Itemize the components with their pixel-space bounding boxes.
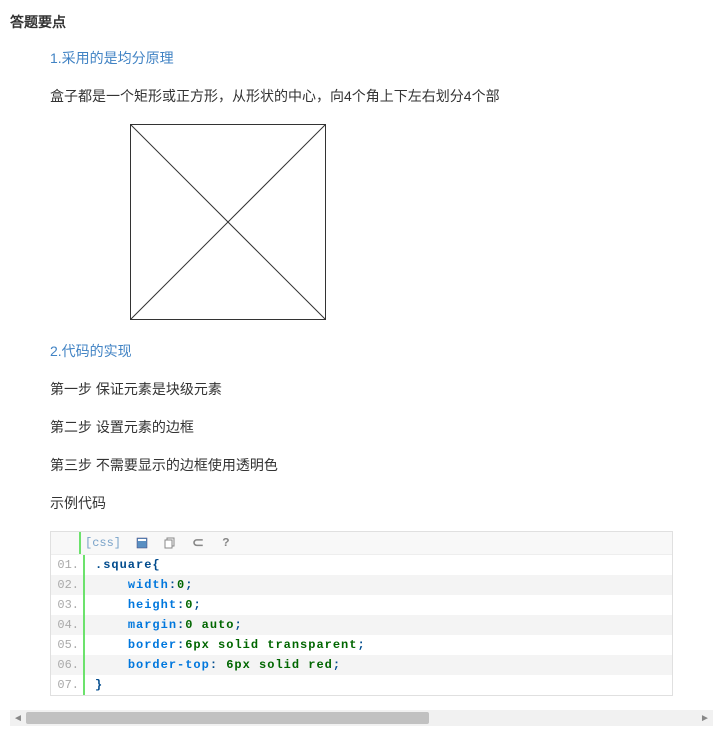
code-content: border:6px solid transparent; (85, 635, 366, 655)
box-division-diagram (130, 124, 713, 323)
horizontal-scrollbar[interactable]: ◄ ► (10, 710, 713, 726)
code-line: 03. height:0; (51, 595, 672, 615)
code-line: 07.} (51, 675, 672, 695)
code-content: .square{ (85, 555, 161, 575)
code-content: border-top: 6px solid red; (85, 655, 341, 675)
step-1: 第一步 保证元素是块级元素 (50, 379, 713, 399)
example-code-label: 示例代码 (50, 493, 713, 513)
code-line: 01..square{ (51, 555, 672, 575)
step-3: 第三步 不需要显示的边框使用透明色 (50, 455, 713, 475)
step-2: 第二步 设置元素的边框 (50, 417, 713, 437)
section1-paragraph: 盒子都是一个矩形或正方形，从形状的中心，向4个角上下左右划分4个部 (50, 86, 713, 106)
scroll-left-icon[interactable]: ◄ (10, 710, 26, 726)
code-language-label: [css] (85, 536, 121, 550)
scroll-thumb[interactable] (26, 712, 429, 724)
code-line: 02. width:0; (51, 575, 672, 595)
undo-icon[interactable]: ⊂ (191, 536, 205, 550)
line-number: 07. (51, 675, 85, 695)
page-title: 答题要点 (10, 12, 713, 32)
code-toolbar: [css] ⊂ ? (51, 532, 672, 555)
line-number: 03. (51, 595, 85, 615)
code-content: width:0; (85, 575, 193, 595)
section-heading-1: 1.采用的是均分原理 (50, 48, 713, 68)
copy-icon[interactable] (163, 536, 177, 550)
code-block: [css] ⊂ ? 01..square{02. width:0;03. hei… (50, 531, 673, 696)
code-content: height:0; (85, 595, 202, 615)
help-icon[interactable]: ? (219, 536, 233, 550)
line-number: 01. (51, 555, 85, 575)
line-number: 02. (51, 575, 85, 595)
code-line: 06. border-top: 6px solid red; (51, 655, 672, 675)
scroll-track[interactable] (26, 710, 697, 726)
code-line: 04. margin:0 auto; (51, 615, 672, 635)
line-number: 06. (51, 655, 85, 675)
line-number: 05. (51, 635, 85, 655)
view-source-icon[interactable] (135, 536, 149, 550)
line-number: 04. (51, 615, 85, 635)
code-content: } (85, 675, 103, 695)
section-heading-2: 2.代码的实现 (50, 341, 713, 361)
code-lines: 01..square{02. width:0;03. height:0;04. … (51, 555, 672, 695)
code-line: 05. border:6px solid transparent; (51, 635, 672, 655)
scroll-right-icon[interactable]: ► (697, 710, 713, 726)
code-content: margin:0 auto; (85, 615, 243, 635)
